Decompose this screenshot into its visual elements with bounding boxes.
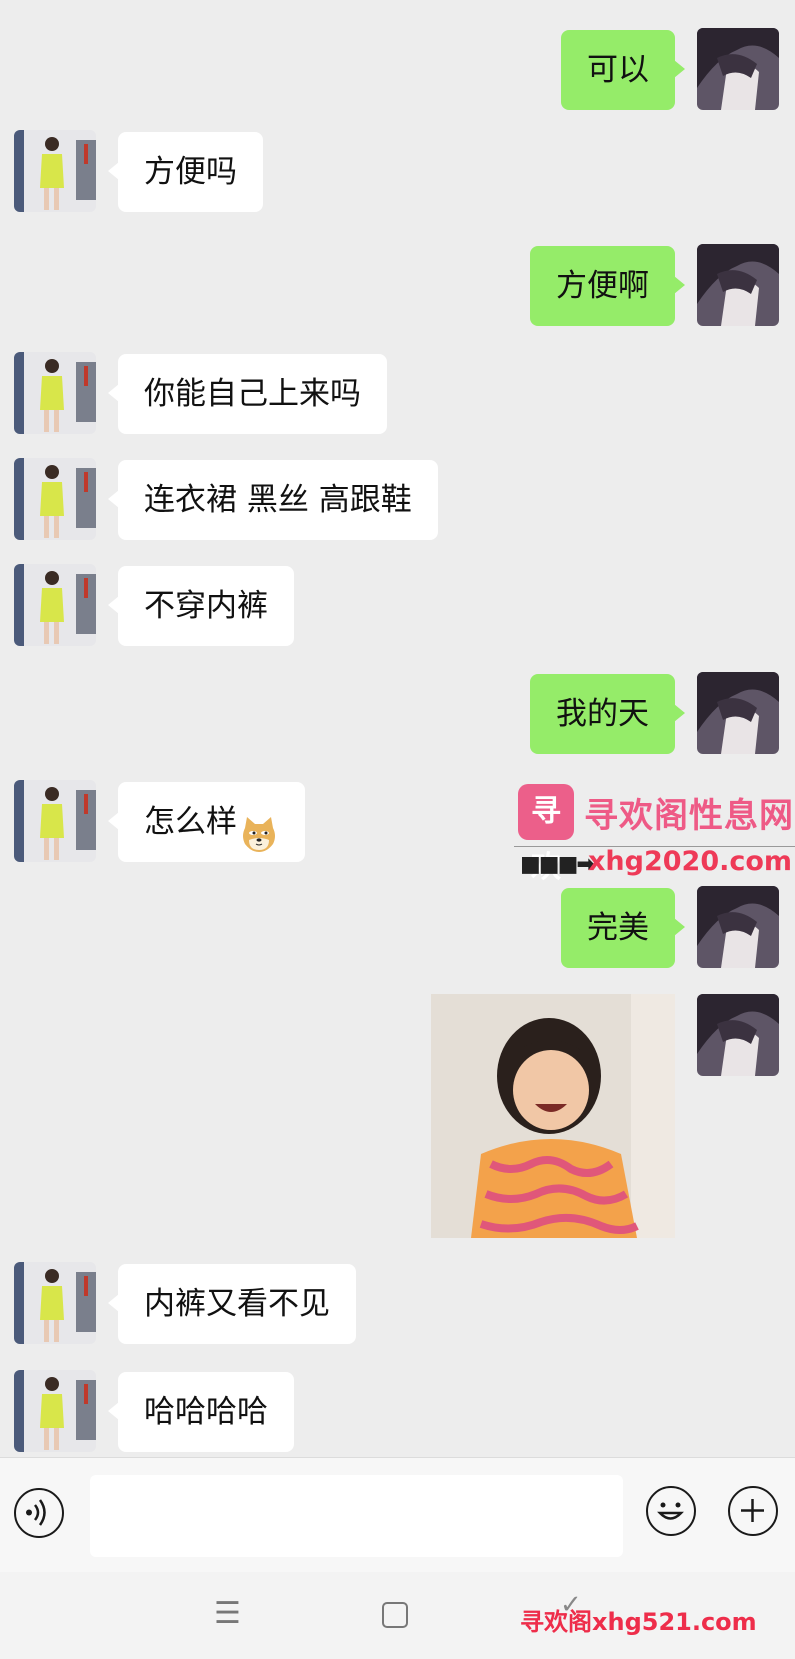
message-text: 方便吗 — [144, 154, 237, 190]
chat-area[interactable]: 可以 方便吗 方便啊 你能自己上来吗 连衣裙 黑丝 高跟鞋 不穿内裤 我的天 怎… — [0, 0, 795, 1457]
message-bubble-received[interactable]: 哈哈哈哈 — [108, 1372, 294, 1452]
system-nav-bar: ☰ ✓ 寻欢阁xhg521.com — [0, 1572, 795, 1659]
message-bubble-received[interactable]: 你能自己上来吗 — [108, 354, 387, 434]
contact-avatar[interactable] — [14, 458, 96, 540]
message-text: 方便啊 — [556, 268, 649, 304]
message-bubble-received[interactable]: 连衣裙 黑丝 高跟鞋 — [108, 460, 438, 540]
message-bubble-received[interactable]: 不穿内裤 — [108, 566, 294, 646]
message-text: 完美 — [587, 910, 649, 946]
message-bubble-sent[interactable]: 可以 — [561, 30, 685, 110]
message-bubble-sent[interactable]: 我的天 — [530, 674, 685, 754]
message-text: 连衣裙 黑丝 高跟鞋 — [144, 482, 412, 518]
message-text: 怎么样 — [144, 804, 237, 840]
message-text: 可以 — [587, 52, 649, 88]
contact-avatar[interactable] — [14, 352, 96, 434]
chat-input-bar — [0, 1457, 795, 1573]
home-icon[interactable] — [382, 1602, 408, 1628]
message-text: 我的天 — [556, 696, 649, 732]
plus-icon[interactable] — [728, 1486, 778, 1536]
smiley-icon[interactable] — [646, 1486, 696, 1536]
bottom-watermark: 寻欢阁xhg521.com — [520, 1608, 757, 1636]
my-avatar[interactable] — [697, 886, 779, 968]
contact-avatar[interactable] — [14, 1262, 96, 1344]
message-text: 哈哈哈哈 — [144, 1394, 268, 1430]
watermark-brand: 寻欢阁性息网 — [584, 796, 794, 836]
message-bubble-received[interactable]: 怎么样 — [108, 782, 305, 862]
doge-emoji-icon — [239, 804, 279, 852]
message-bubble-sent[interactable]: 方便啊 — [530, 246, 685, 326]
watermark-url: xhg2020.com — [588, 846, 793, 877]
site-watermark: 寻欢 寻欢阁性息网 ■■■➡ xhg2020.com — [514, 782, 795, 885]
message-text: 你能自己上来吗 — [144, 376, 361, 412]
contact-avatar[interactable] — [14, 1370, 96, 1452]
my-avatar[interactable] — [697, 672, 779, 754]
message-bubble-sent[interactable]: 完美 — [561, 888, 685, 968]
contact-avatar[interactable] — [14, 780, 96, 862]
arrow-icon: ■■■➡ — [520, 852, 595, 877]
message-text: 不穿内裤 — [144, 588, 268, 624]
menu-icon[interactable]: ☰ — [214, 1596, 241, 1631]
my-avatar[interactable] — [697, 244, 779, 326]
message-bubble-received[interactable]: 内裤又看不见 — [108, 1264, 356, 1344]
message-bubble-received[interactable]: 方便吗 — [108, 132, 263, 212]
watermark-logo: 寻欢 — [518, 784, 574, 885]
my-avatar[interactable] — [697, 28, 779, 110]
contact-avatar[interactable] — [14, 564, 96, 646]
message-text: 内裤又看不见 — [144, 1286, 330, 1322]
contact-avatar[interactable] — [14, 130, 96, 212]
message-input[interactable] — [90, 1475, 623, 1557]
voice-icon[interactable] — [14, 1488, 64, 1538]
laughing-child-photo[interactable] — [431, 994, 675, 1238]
my-avatar[interactable] — [697, 994, 779, 1076]
